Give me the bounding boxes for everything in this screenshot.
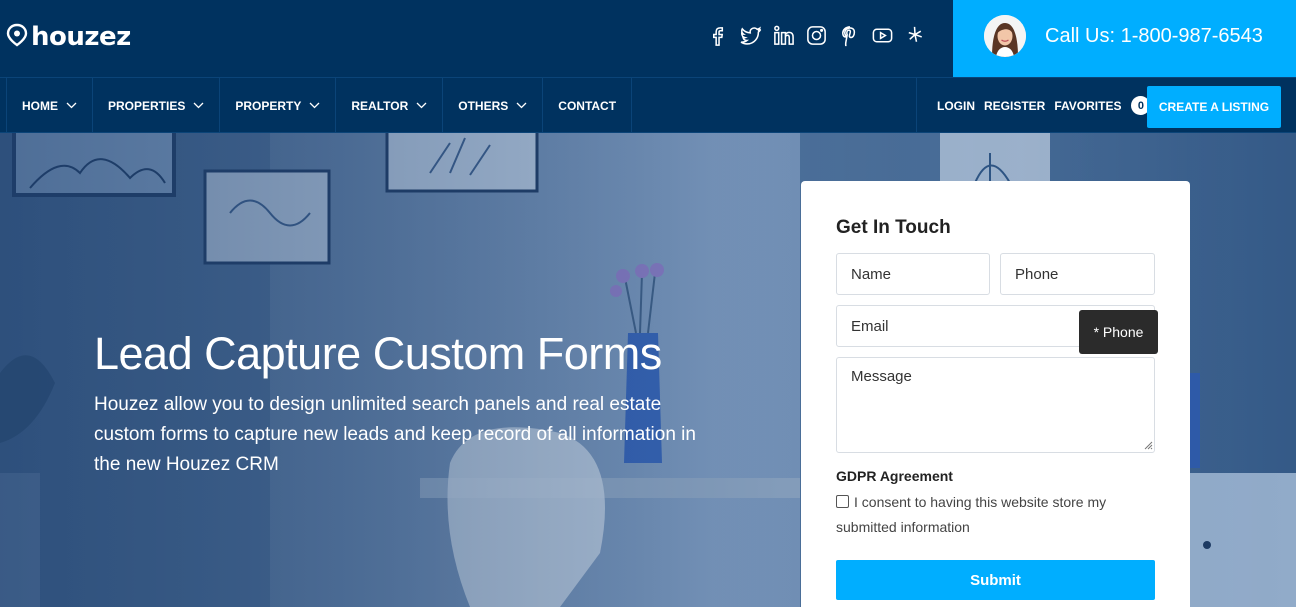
top-header: houzez Call Us: 1-800-987-6543	[0, 0, 1296, 77]
nav-item-label: PROPERTY	[235, 98, 302, 113]
nav-item-label: HOME	[22, 98, 58, 113]
message-field[interactable]	[836, 357, 1155, 453]
create-listing-button[interactable]: CREATE A LISTING	[1147, 86, 1281, 128]
nav-item-property[interactable]: PROPERTY	[220, 78, 337, 133]
register-link[interactable]: REGISTER	[984, 99, 1045, 113]
consent-text: I consent to having this website store m…	[836, 494, 1107, 535]
name-field[interactable]	[836, 253, 990, 295]
agent-avatar	[984, 15, 1026, 57]
nav-item-contact[interactable]: CONTACT	[543, 78, 633, 133]
phone-field[interactable]	[1000, 253, 1155, 295]
logo[interactable]: houzez	[6, 22, 131, 52]
form-title: Get In Touch	[836, 217, 951, 238]
map-pin-icon	[6, 23, 28, 52]
twitter-icon[interactable]	[739, 24, 762, 47]
nav-item-label: PROPERTIES	[108, 98, 186, 113]
hero-title: Lead Capture Custom Forms	[94, 328, 662, 379]
nav-item-realtor[interactable]: REALTOR	[336, 78, 444, 133]
chevron-down-icon	[193, 102, 204, 109]
lead-capture-form: Get In Touch * Phone GDPR Agreement I co…	[801, 181, 1190, 607]
pinterest-icon[interactable]	[838, 24, 861, 47]
hero-description: Houzez allow you to design unlimited sea…	[94, 394, 696, 475]
nav-user-links: LOGIN REGISTER FAVORITES 0	[916, 78, 1151, 133]
nav-item-properties[interactable]: PROPERTIES	[93, 78, 221, 133]
submit-button[interactable]: Submit	[836, 560, 1155, 600]
chevron-down-icon	[416, 102, 427, 109]
call-us-box[interactable]: Call Us: 1-800-987-6543	[953, 0, 1296, 77]
logo-text: houzez	[31, 22, 131, 52]
main-nav: HOME PROPERTIES PROPERTY REALTOR OTHERS …	[0, 77, 1296, 133]
chevron-down-icon	[516, 102, 527, 109]
social-links	[706, 24, 927, 47]
resize-handle-icon[interactable]	[1144, 441, 1153, 450]
nav-item-label: OTHERS	[458, 98, 509, 113]
youtube-icon[interactable]	[871, 24, 894, 47]
nav-item-home[interactable]: HOME	[7, 78, 93, 133]
gdpr-title: GDPR Agreement	[836, 468, 953, 484]
facebook-icon[interactable]	[706, 24, 729, 47]
nav-menu: HOME PROPERTIES PROPERTY REALTOR OTHERS …	[6, 78, 633, 133]
login-link[interactable]: LOGIN	[937, 99, 975, 113]
yelp-icon[interactable]	[904, 24, 927, 47]
chevron-down-icon	[309, 102, 320, 109]
phone-tooltip: * Phone	[1079, 310, 1158, 354]
nav-item-others[interactable]: OTHERS	[443, 78, 544, 133]
linkedin-icon[interactable]	[772, 24, 795, 47]
instagram-icon[interactable]	[805, 24, 828, 47]
chevron-down-icon	[66, 102, 77, 109]
nav-item-label: CONTACT	[558, 98, 617, 113]
nav-item-label: REALTOR	[351, 98, 409, 113]
call-us-text: Call Us: 1-800-987-6543	[1045, 25, 1263, 47]
favorites-link[interactable]: FAVORITES	[1054, 99, 1121, 113]
